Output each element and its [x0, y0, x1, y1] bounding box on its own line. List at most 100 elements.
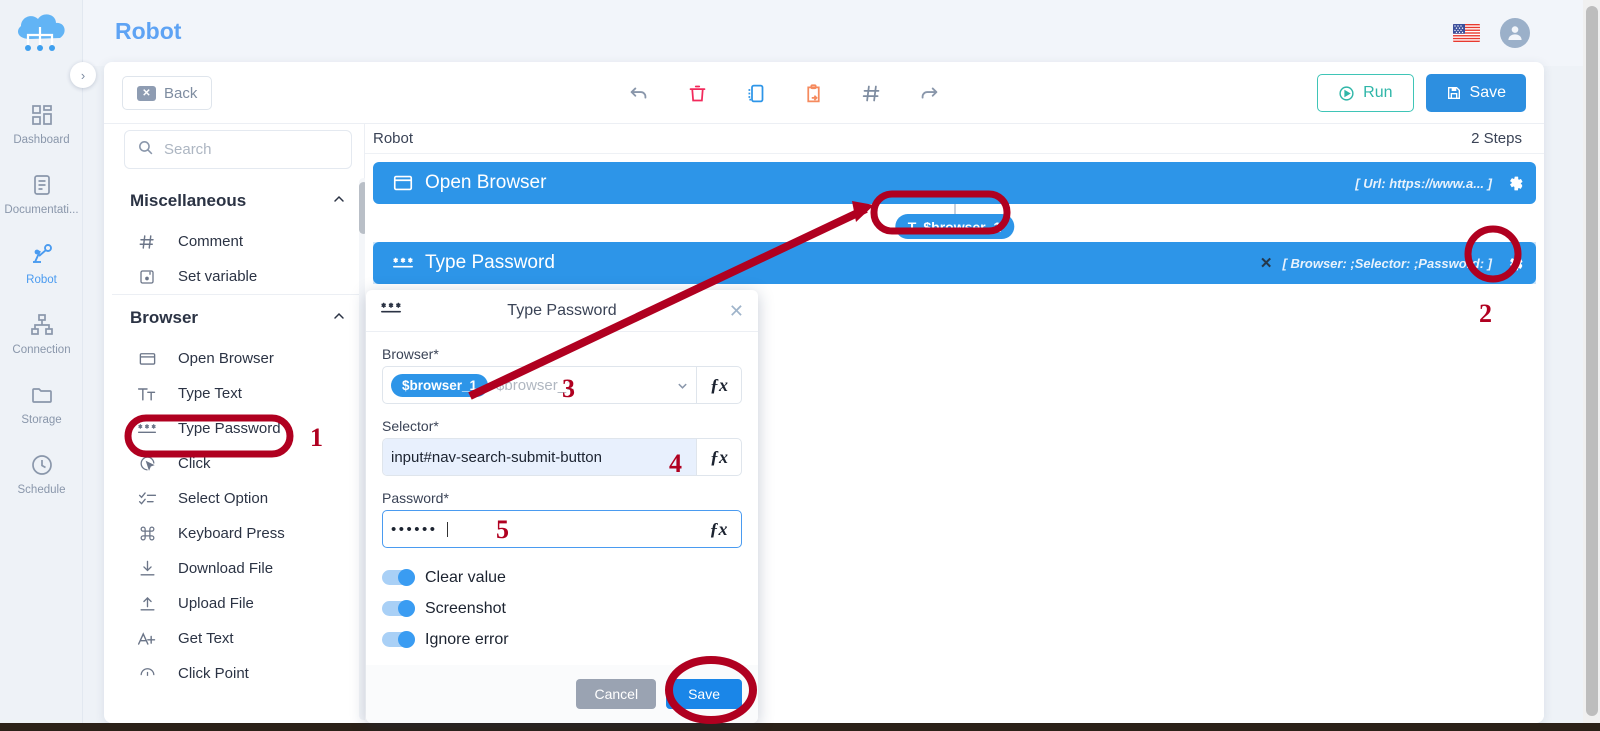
sidebar-item-connection[interactable]: Connection [0, 298, 83, 368]
browser-value-chip[interactable]: $browser_1 [391, 373, 489, 397]
sidebar-item-label: Robot [26, 274, 57, 286]
step-type-password[interactable]: Type Password ✕ [ Browser: ;Selector: ;P… [373, 242, 1536, 284]
browser-field-row[interactable]: $browser_1 $browser_1 ƒx [382, 366, 742, 404]
gear-icon[interactable] [1502, 170, 1528, 196]
palette-item-get-text[interactable]: Get Text [112, 621, 365, 656]
toggle-clear-value[interactable]: Clear value [382, 562, 742, 593]
delete-icon[interactable] [682, 78, 712, 108]
us-flag-icon[interactable] [1453, 24, 1480, 42]
text-caret [446, 521, 448, 537]
cloud-robot-logo [10, 9, 72, 61]
hash-icon[interactable] [856, 78, 886, 108]
palette-item-label: Comment [178, 233, 244, 250]
cancel-button[interactable]: Cancel [576, 679, 657, 709]
search-input[interactable] [164, 141, 334, 158]
sidebar-item-label: Connection [12, 344, 71, 356]
palette-group-browser[interactable]: Browser [112, 295, 365, 341]
palette-item-click[interactable]: Click [112, 446, 365, 481]
palette-item-label: Click [178, 455, 211, 472]
run-button[interactable]: Run [1317, 74, 1414, 112]
ignore-error-switch[interactable] [382, 631, 415, 648]
palette-item-label: Select Option [178, 490, 269, 507]
palette-item-set-variable[interactable]: Set variable [112, 259, 365, 294]
close-x-icon: ✕ [137, 85, 156, 101]
click-point-icon [136, 664, 158, 683]
download-icon [136, 559, 158, 578]
user-avatar-icon[interactable] [1500, 18, 1530, 48]
page-scrollbar-track[interactable] [1583, 0, 1600, 723]
palette-item-download-file[interactable]: Download File [112, 551, 365, 586]
palette-item-keyboard-press[interactable]: Keyboard Press [112, 516, 365, 551]
selector-fx-button[interactable]: ƒx [696, 439, 741, 475]
editor-toolbar: ✕ Back Run Save [104, 62, 1544, 124]
browser-field-main[interactable]: $browser_1 $browser_1 [383, 367, 669, 403]
sidebar-item-label: Documentati... [4, 204, 79, 216]
step-open-browser[interactable]: Open Browser [ Url: https://www.a... ] [373, 162, 1536, 204]
bottom-strip [0, 723, 1600, 731]
toggle-ignore-error[interactable]: Ignore error [382, 624, 742, 655]
app-header: Robot [83, 0, 1600, 66]
robot-arm-icon [29, 240, 55, 270]
password-fx-button[interactable]: ƒx [696, 511, 741, 547]
palette-item-type-password[interactable]: Type Password [112, 411, 365, 446]
step-connector: T $browser_1 [373, 204, 1536, 242]
palette-item-open-browser[interactable]: Open Browser [112, 341, 365, 376]
palette-item-click-point[interactable]: Click Point [112, 656, 365, 691]
search-box[interactable] [124, 130, 352, 169]
palette-group-miscellaneous[interactable]: Miscellaneous [112, 178, 365, 224]
copy-icon[interactable] [740, 78, 770, 108]
action-list: Miscellaneous Comment Set variable Brows… [112, 178, 365, 720]
palette-item-type-text[interactable]: Type Text [112, 376, 365, 411]
gear-icon[interactable] [1502, 250, 1528, 276]
dashboard-icon [30, 100, 54, 130]
sidebar-item-label: Storage [21, 414, 62, 426]
back-button[interactable]: ✕ Back [122, 76, 213, 110]
palette-item-label: Keyboard Press [178, 525, 285, 542]
screenshot-switch[interactable] [382, 600, 415, 617]
chevron-down-icon[interactable] [669, 367, 696, 403]
sidebar-item-robot[interactable]: Robot [0, 228, 83, 298]
undo-icon[interactable] [624, 78, 654, 108]
paste-icon[interactable] [798, 78, 828, 108]
back-button-label: Back [164, 84, 198, 102]
sidebar-item-documentation[interactable]: Documentati... [0, 158, 83, 228]
password-field-row[interactable]: •••••• ƒx [382, 510, 742, 548]
palette-item-select-option[interactable]: Select Option [112, 481, 365, 516]
save-button[interactable]: Save [1425, 74, 1526, 112]
palette-item-comment[interactable]: Comment [112, 224, 365, 259]
password-field-label: Password* [382, 490, 449, 506]
browser-window-icon [136, 349, 158, 368]
browser-fx-button[interactable]: ƒx [696, 367, 741, 403]
step-count-label: 2 Steps [1471, 130, 1522, 147]
close-icon[interactable]: ✕ [729, 301, 744, 322]
clear-value-switch[interactable] [382, 569, 415, 586]
sidebar-item-storage[interactable]: Storage [0, 368, 83, 438]
type-text-icon [136, 384, 158, 404]
toggle-label: Ignore error [425, 630, 509, 648]
palette-item-upload-file[interactable]: Upload File [112, 586, 365, 621]
password-field-main[interactable]: •••••• [383, 511, 696, 547]
selector-field-main[interactable]: input#nav-search-submit-button [383, 439, 696, 475]
sidebar-item-label: Schedule [17, 484, 66, 496]
folder-icon [30, 380, 54, 410]
toolbar-primary-actions: Run Save [1317, 74, 1526, 112]
chevron-right-icon: › [80, 67, 86, 83]
selector-field-row[interactable]: input#nav-search-submit-button ƒx [382, 438, 742, 476]
connector-variable-label: $browser_1 [923, 218, 1002, 235]
browser-field-ghost: $browser_1 [496, 376, 575, 394]
header-actions [1453, 18, 1530, 48]
connection-icon [30, 310, 54, 340]
sidebar-item-schedule[interactable]: Schedule [0, 438, 83, 508]
selector-field-label: Selector* [382, 418, 439, 434]
palette-item-label: Open Browser [178, 350, 274, 367]
dialog-save-button[interactable]: Save [666, 679, 742, 709]
toggle-screenshot[interactable]: Screenshot [382, 593, 742, 624]
page-scrollbar-thumb[interactable] [1586, 6, 1598, 716]
connector-variable-chip[interactable]: T $browser_1 [894, 214, 1015, 239]
redo-icon[interactable] [914, 78, 944, 108]
step-params: [ Url: https://www.a... ] [1355, 170, 1528, 196]
get-text-icon [136, 629, 158, 649]
sidebar-item-dashboard[interactable]: Dashboard [0, 88, 83, 158]
expand-sidebar-button[interactable]: › [70, 62, 96, 88]
sidebar-item-label: Dashboard [13, 134, 70, 146]
